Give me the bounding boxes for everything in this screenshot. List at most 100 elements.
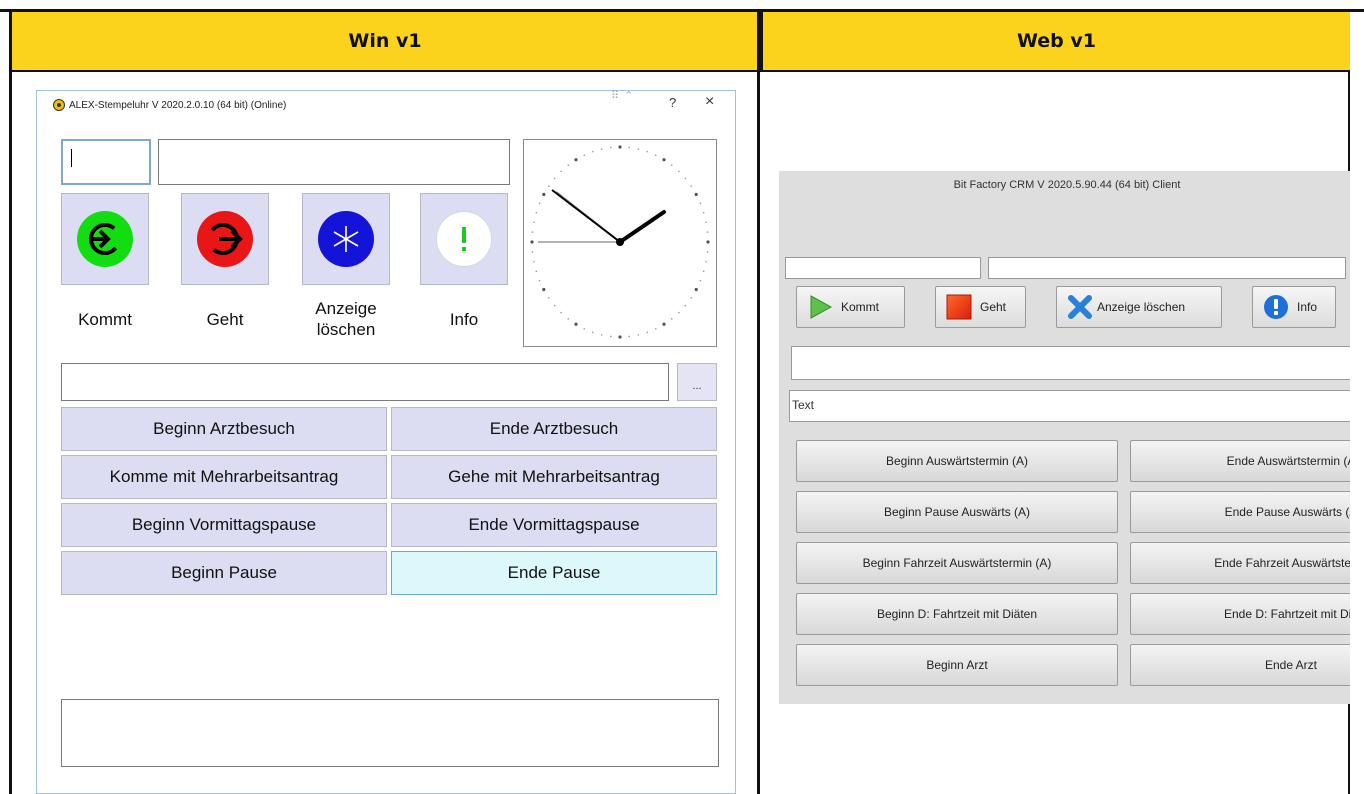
name-input[interactable] [158, 139, 510, 185]
clock-tick [705, 221, 707, 224]
win-titlebar: ALEX-Stempeluhr V 2020.2.0.10 (64 bit) (… [53, 99, 286, 111]
web-beginn-pause-auswaerts-button[interactable]: Beginn Pause Auswärts (A) [796, 491, 1118, 533]
more-button[interactable]: ... [677, 363, 717, 401]
win-app-window: ALEX-Stempeluhr V 2020.2.0.10 (64 bit) (… [36, 90, 736, 794]
info-button[interactable] [420, 193, 508, 285]
web-anzeige-loeschen-label: Anzeige löschen [1097, 300, 1186, 314]
clear-x-icon [1068, 295, 1092, 319]
message-box[interactable] [61, 699, 719, 767]
clock-tick [583, 327, 586, 330]
komme-mehrarbeit-button[interactable]: Komme mit Mehrarbeitsantrag [61, 455, 387, 499]
beginn-pause-button[interactable]: Beginn Pause [61, 551, 387, 595]
clock-tick [646, 331, 648, 334]
web-name-input[interactable] [988, 257, 1346, 279]
web-title-text: Bit Factory CRM V 2020.5.90.44 (64 bit) … [953, 179, 1181, 191]
clock-tick [618, 335, 622, 339]
clock-tick [662, 322, 666, 326]
table-left-border [9, 12, 12, 794]
clock-tick [702, 270, 705, 273]
clock-tick [600, 334, 603, 336]
stop-icon [946, 294, 972, 320]
clock-tick [560, 311, 562, 314]
web-anzeige-loeschen-button[interactable]: Anzeige löschen [1056, 286, 1222, 328]
hour-hand [618, 210, 666, 244]
geht-button[interactable] [181, 193, 269, 285]
ende-arztbesuch-button[interactable]: Ende Arztbesuch [391, 407, 717, 451]
clock-tick [542, 192, 546, 197]
win-title-text: ALEX-Stempeluhr V 2020.2.0.10 (64 bit) (… [69, 99, 287, 111]
comparison-table: Win v1 Web v1 ALEX-Stempeluhr V 2020.2.0… [0, 0, 1364, 794]
web-text-value: Text [792, 398, 815, 412]
web-comment-input[interactable] [791, 346, 1350, 380]
web-app-window: Bit Factory CRM V 2020.5.90.44 (64 bit) … [779, 171, 1350, 704]
close-button[interactable]: × [705, 93, 714, 111]
gehe-mehrarbeit-button[interactable]: Gehe mit Mehrarbeitsantrag [391, 455, 717, 499]
id-input[interactable] [61, 139, 151, 185]
web-geht-label: Geht [980, 300, 1007, 314]
clock-tick [567, 318, 570, 320]
clock-tick [706, 240, 710, 244]
beginn-vormittagspause-button[interactable]: Beginn Vormittagspause [61, 503, 387, 547]
clock-tick [618, 145, 622, 149]
clock-tick [654, 327, 657, 330]
clock-tick [637, 334, 640, 336]
clock-tick [690, 185, 692, 187]
web-text-field[interactable]: Text [789, 390, 1350, 422]
clock-tick [533, 260, 535, 263]
text-caret [71, 149, 72, 167]
web-kommt-label: Kommt [841, 300, 880, 314]
clock-tick [684, 177, 687, 180]
web-beginn-diaeten-button[interactable]: Beginn D: Fahrtzeit mit Diäten [796, 593, 1118, 635]
info-icon [436, 211, 492, 267]
clear-display-icon [318, 211, 374, 267]
web-ende-pause-auswaerts-button[interactable]: Ende Pause Auswärts (A [1130, 491, 1350, 533]
web-ende-auswaertstermin-button[interactable]: Ende Auswärtstermin (A [1130, 440, 1350, 482]
clock-tick [548, 297, 550, 299]
info-icon [1264, 295, 1288, 319]
web-info-button[interactable]: Info [1252, 286, 1336, 328]
clock-tick [548, 185, 550, 187]
clock-tick [567, 164, 570, 166]
clock-tick [637, 148, 640, 150]
kommt-button[interactable] [61, 193, 149, 285]
beginn-arztbesuch-button[interactable]: Beginn Arztbesuch [61, 407, 387, 451]
web-id-input[interactable] [785, 257, 981, 279]
clock-tick [531, 251, 534, 253]
clock-tick [670, 164, 673, 166]
web-geht-button[interactable]: Geht [935, 286, 1026, 328]
clock-tick [535, 270, 538, 273]
clock-tick [553, 177, 556, 180]
web-info-label: Info [1297, 300, 1318, 314]
clock-tick [628, 146, 630, 149]
clock-tick [560, 170, 562, 173]
resize-grip-icon[interactable]: ⠿ ⌃ [611, 89, 634, 102]
clock-tick [610, 335, 612, 338]
anzeige-loeschen-button[interactable] [302, 193, 390, 285]
web-ende-arzt-button[interactable]: Ende Arzt [1130, 644, 1350, 686]
clock-tick [628, 335, 630, 338]
web-ende-fahrzeit-button[interactable]: Ende Fahrzeit Auswärtstermi [1130, 542, 1350, 584]
clock-tick [678, 311, 680, 314]
web-beginn-arzt-button[interactable]: Beginn Arzt [796, 644, 1118, 686]
clock-tick [574, 158, 578, 162]
ende-vormittagspause-button[interactable]: Ende Vormittagspause [391, 503, 717, 547]
clock-tick [705, 260, 707, 263]
info-label: Info [449, 310, 479, 329]
column-header-web: Web v1 [760, 12, 1350, 72]
comment-input[interactable] [61, 363, 669, 401]
clock-tick [690, 297, 692, 299]
minute-hand [551, 189, 621, 243]
web-beginn-fahrzeit-button[interactable]: Beginn Fahrzeit Auswärtstermin (A) [796, 542, 1118, 584]
clock-tick [592, 331, 594, 334]
stempeluhr-logo-icon [53, 99, 65, 111]
web-beginn-auswaertstermin-button[interactable]: Beginn Auswärtstermin (A) [796, 440, 1118, 482]
clock-tick [538, 202, 541, 205]
web-kommt-button[interactable]: Kommt [796, 286, 905, 328]
help-button[interactable]: ? [669, 95, 676, 110]
ende-pause-button[interactable]: Ende Pause [391, 551, 717, 595]
clock-tick [538, 279, 541, 282]
web-ende-diaeten-button[interactable]: Ende D: Fahrtzeit mit Diä [1130, 593, 1350, 635]
clock-tick [531, 231, 534, 233]
clock-tick [702, 211, 705, 214]
clock-tick [535, 211, 538, 214]
